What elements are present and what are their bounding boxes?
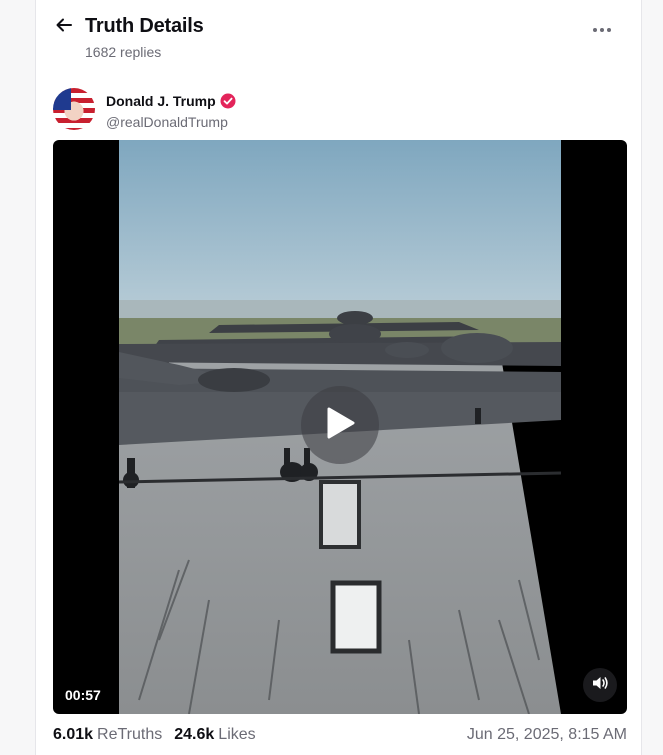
video-duration: 00:57 — [65, 687, 101, 703]
post-stats: 6.01k ReTruths 24.6k Likes Jun 25, 2025,… — [53, 724, 627, 746]
author-name-link[interactable]: Donald J. Trump — [106, 93, 236, 109]
likes-stat[interactable]: 24.6k Likes — [174, 726, 255, 744]
volume-icon — [591, 675, 609, 696]
avatar[interactable] — [53, 88, 95, 130]
page-header: Truth Details 1682 replies — [36, 0, 641, 70]
page-title: Truth Details — [85, 15, 204, 37]
post-detail-panel: Truth Details 1682 replies Donald J. Tru… — [35, 0, 642, 755]
retruths-label: ReTruths — [97, 726, 163, 743]
retruths-stat[interactable]: 6.01k ReTruths — [53, 726, 162, 744]
arrow-left-icon — [54, 15, 74, 40]
play-button[interactable] — [301, 386, 379, 464]
video-player[interactable]: 00:57 — [53, 140, 627, 714]
verified-badge-icon — [220, 93, 236, 109]
play-icon — [323, 405, 357, 446]
author-row: Donald J. Trump @realDonaldTrump — [53, 88, 613, 132]
more-options-button[interactable] — [589, 18, 615, 40]
author-name: Donald J. Trump — [106, 93, 216, 109]
likes-count: 24.6k — [174, 726, 215, 743]
mute-button[interactable] — [583, 668, 617, 702]
likes-label: Likes — [218, 726, 256, 743]
retruths-count: 6.01k — [53, 726, 94, 743]
post-timestamp: Jun 25, 2025, 8:15 AM — [466, 726, 627, 743]
author-handle[interactable]: @realDonaldTrump — [106, 114, 228, 130]
back-button[interactable] — [53, 16, 75, 38]
more-horizontal-icon — [592, 20, 612, 38]
replies-count: 1682 replies — [85, 44, 162, 60]
